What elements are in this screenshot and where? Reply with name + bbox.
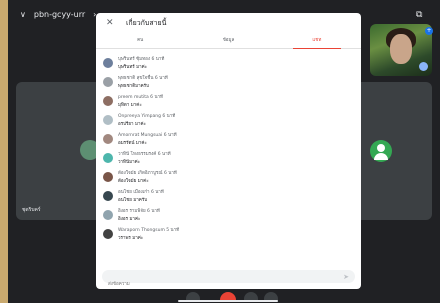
avatar: [103, 133, 113, 144]
chat-panel-header: ✕ เกี่ยวกับสายนี้: [96, 13, 361, 33]
chat-panel: ✕ เกี่ยวกับสายนี้ คน ข้อมูล แชท บุษรินทร…: [96, 13, 361, 289]
message-sender: พุทธชาติ สุขใจชื่น 6 นาที: [118, 76, 168, 81]
message-sender: วาทินี โหงธรรมรงค์ 6 นาที: [118, 152, 171, 157]
panel-title: เกี่ยวกับสายนี้: [126, 18, 167, 27]
avatar: [103, 114, 113, 125]
message-body: พุทธชาติมาครับ: [118, 84, 149, 89]
message-sender: Onpreeya Yimpang 6 นาที: [118, 114, 176, 119]
message-text: preem mutita 6 นาทีมุทิตา มาค่ะ: [118, 93, 163, 108]
message-body: วราพร มาค่ะ: [118, 236, 144, 241]
message-body: มุทิตา มาค่ะ: [118, 103, 142, 108]
message-text: อนโชย เมืองเก๋า 6 นาทีอนโชย มาครับ: [118, 188, 164, 203]
message-list: บุษรินทร์ ซุ้มทอง 6 นาทีบุษรินทร์ มาค่ะพ…: [96, 49, 361, 243]
participant-tile-left[interactable]: ชุดริบคร์: [16, 82, 106, 220]
list-item: Onpreeya Yimpang 6 นาทีอรปรียา มาค่ะ: [96, 110, 361, 129]
avatar: [103, 152, 113, 163]
avatar: [103, 76, 113, 87]
message-input-row: ➤: [102, 270, 355, 289]
close-icon[interactable]: ✕: [106, 18, 114, 28]
list-item: อิงอร รามพิจัย 6 นาทีอิงอร มาค่ะ: [96, 205, 361, 224]
meeting-code-text: pbn-gcyy-urr: [33, 10, 86, 19]
message-text: Waraporn Thongsum 5 นาทีวราพร มาค่ะ: [118, 226, 179, 241]
list-item: Waraporn Thongsum 5 นาทีวราพร มาค่ะ: [96, 224, 361, 243]
message-body: วาทินีมาค่ะ: [118, 160, 141, 165]
home-indicator[interactable]: [178, 300, 278, 302]
message-sender: Amornrat Mungsuai 6 นาที: [118, 133, 177, 138]
avatar: [103, 228, 113, 239]
tab-people[interactable]: คน: [96, 33, 184, 48]
list-item: ต้องใจมัย เกิดอิภาบูรณ์ 6 นาทีต้องใจมัย …: [96, 167, 361, 186]
list-item: วาทินี โหงธรรมรงค์ 6 นาทีวาทินีมาค่ะ: [96, 148, 361, 167]
message-sender: บุษรินทร์ ซุ้มทอง 6 นาที: [118, 57, 165, 62]
message-sender: อิงอร รามพิจัย 6 นาที: [118, 209, 160, 214]
message-body: อมรรัตน์ มาค่ะ: [118, 141, 147, 146]
self-view-face: [390, 34, 412, 64]
chat-tabs: คน ข้อมูล แชท: [96, 33, 361, 49]
message-body: อนโชย มาครับ: [118, 198, 148, 203]
list-item: อนโชย เมืองเก๋า 6 นาทีอนโชย มาครับ: [96, 186, 361, 205]
message-sender: preem mutita 6 นาที: [118, 95, 164, 100]
avatar: [370, 140, 392, 162]
more-options-icon[interactable]: +: [425, 27, 433, 35]
list-item: บุษรินทร์ ซุ้มทอง 6 นาทีบุษรินทร์ มาค่ะ: [96, 53, 361, 72]
avatar: [103, 95, 113, 106]
send-icon[interactable]: ➤: [343, 273, 349, 281]
mic-status-icon: [419, 62, 428, 71]
avatar: [103, 57, 113, 68]
avatar: [103, 171, 113, 182]
message-body: อรปรียา มาค่ะ: [118, 122, 146, 127]
message-input[interactable]: [102, 278, 327, 289]
message-text: พุทธชาติ สุขใจชื่น 6 นาทีพุทธชาติมาครับ: [118, 74, 168, 89]
participant-tile-right[interactable]: [352, 82, 432, 220]
message-text: บุษรินทร์ ซุ้มทอง 6 นาทีบุษรินทร์ มาค่ะ: [118, 55, 164, 70]
chevron-down-icon[interactable]: ∨: [20, 10, 26, 19]
list-item: preem mutita 6 นาทีมุทิตา มาค่ะ: [96, 91, 361, 110]
list-item: Amornrat Mungsuai 6 นาทีอมรรัตน์ มาค่ะ: [96, 129, 361, 148]
avatar: [103, 190, 113, 201]
message-text: ต้องใจมัย เกิดอิภาบูรณ์ 6 นาทีต้องใจมัย …: [118, 169, 177, 184]
message-text: Amornrat Mungsuai 6 นาทีอมรรัตน์ มาค่ะ: [118, 131, 177, 146]
tab-info[interactable]: ข้อมูล: [184, 33, 272, 48]
message-text: Onpreeya Yimpang 6 นาทีอรปรียา มาค่ะ: [118, 112, 175, 127]
tab-chat[interactable]: แชท: [273, 33, 361, 49]
message-sender: ต้องใจมัย เกิดอิภาบูรณ์ 6 นาที: [118, 171, 177, 176]
message-body: อิงอร มาค่ะ: [118, 217, 141, 222]
avatar: [103, 209, 113, 220]
meeting-code[interactable]: ∨ pbn-gcyy-urr ›: [20, 10, 96, 19]
message-body: บุษรินทร์ มาค่ะ: [118, 65, 148, 70]
message-text: อิงอร รามพิจัย 6 นาทีอิงอร มาค่ะ: [118, 207, 160, 222]
camera-switch-icon[interactable]: ⧉: [416, 10, 422, 20]
message-body: ต้องใจมัย มาค่ะ: [118, 179, 149, 184]
message-sender: Waraporn Thongsum 5 นาที: [118, 228, 180, 233]
message-sender: อนโชย เมืองเก๋า 6 นาที: [118, 190, 164, 195]
participant-name: ชุดริบคร์: [22, 207, 41, 213]
list-item: พุทธชาติ สุขใจชื่น 6 นาทีพุทธชาติมาครับ: [96, 72, 361, 91]
message-text: วาทินี โหงธรรมรงค์ 6 นาทีวาทินีมาค่ะ: [118, 150, 171, 165]
